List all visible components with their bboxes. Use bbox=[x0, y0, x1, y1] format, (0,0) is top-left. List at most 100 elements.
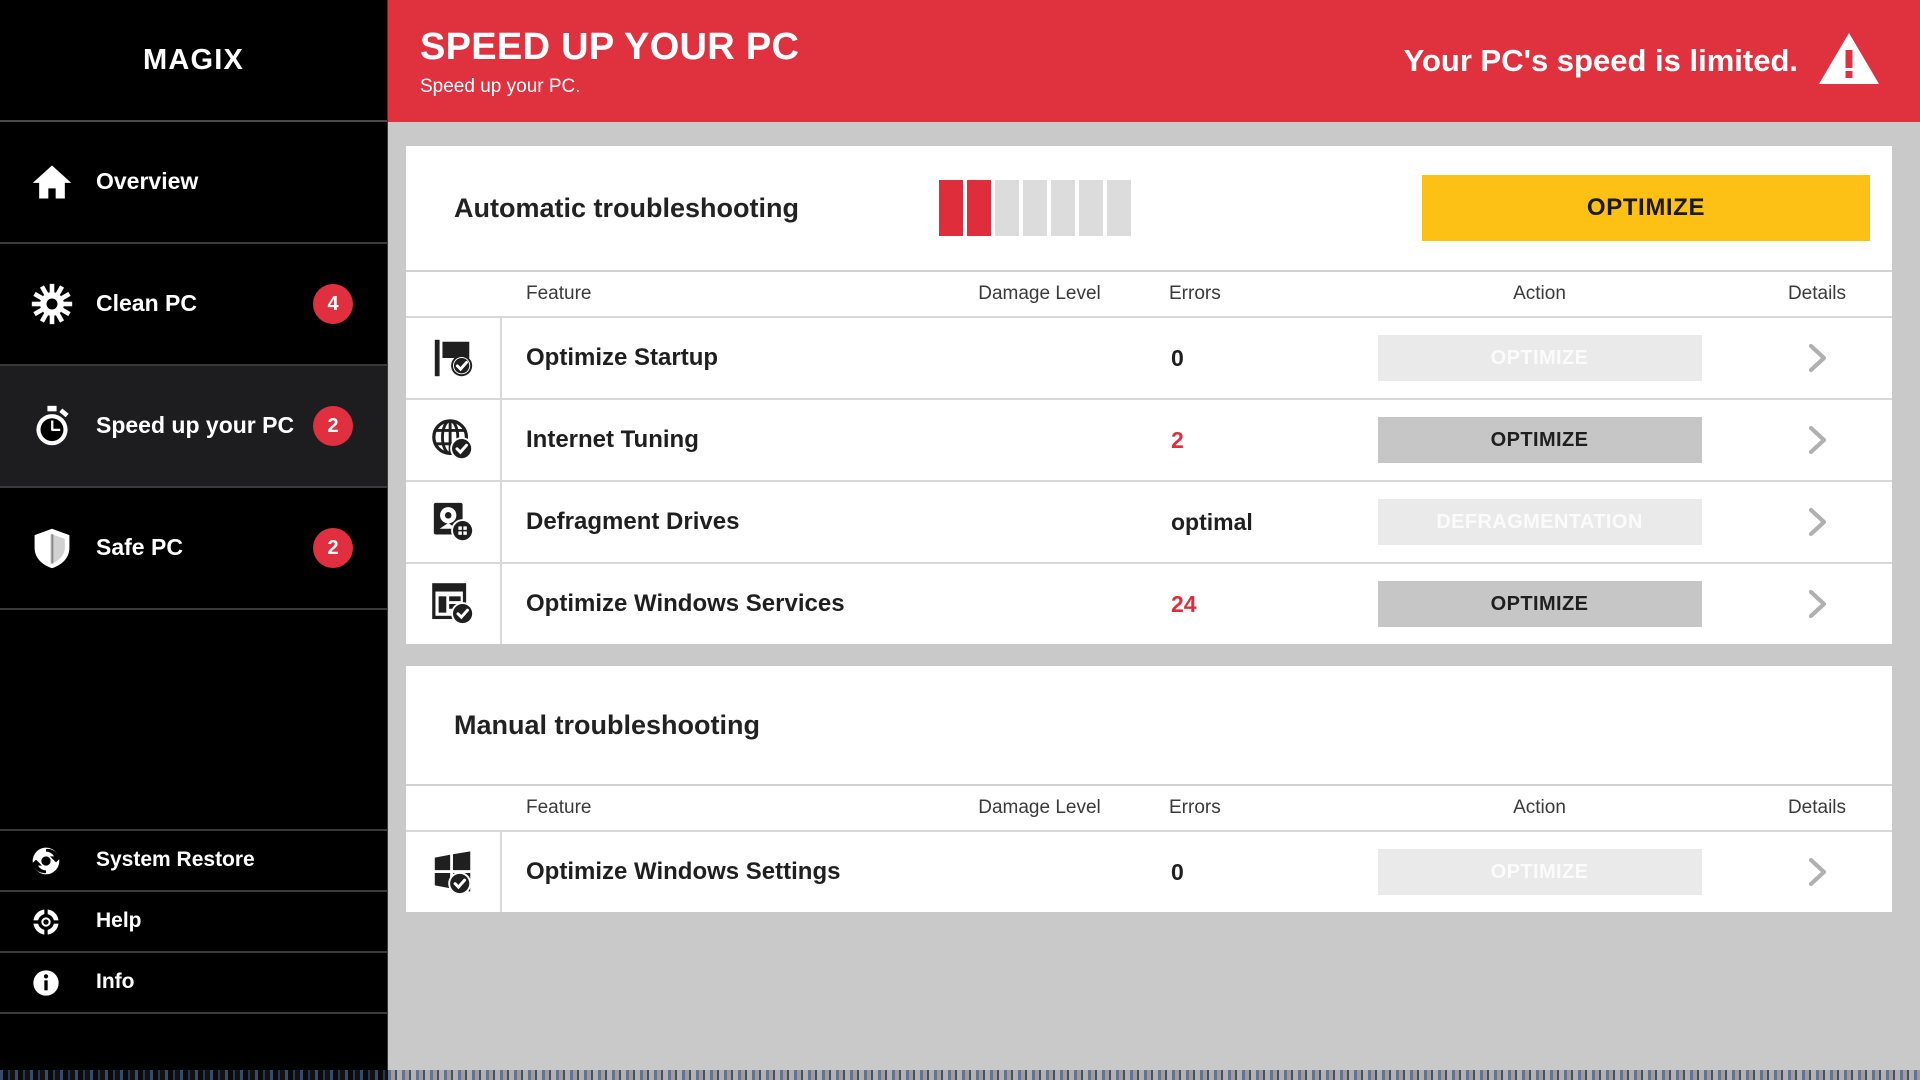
action-cell: OPTIMIZE bbox=[1337, 417, 1742, 463]
manual-table-body: Optimize Windows Settings 0 OPTIMIZE bbox=[406, 830, 1892, 912]
action-cell: OPTIMIZE bbox=[1337, 581, 1742, 627]
sidebar-item-label: Speed up your PC bbox=[96, 412, 295, 439]
damage-segment bbox=[966, 180, 991, 236]
damage-segment bbox=[1106, 180, 1131, 236]
header-errors: Errors bbox=[1169, 283, 1221, 304]
sidebar-item-label: Safe PC bbox=[96, 534, 183, 561]
header-damage-level: Damage Level bbox=[978, 797, 1101, 818]
damage-segment bbox=[1022, 180, 1047, 236]
table-row[interactable]: Optimize Windows Services 24 OPTIMIZE bbox=[406, 562, 1892, 644]
feature-label: Internet Tuning bbox=[526, 426, 699, 453]
flag-check-icon bbox=[406, 318, 502, 398]
errors-value: 24 bbox=[1171, 590, 1197, 617]
sidebar-item-clean-pc[interactable]: Clean PC 4 bbox=[0, 244, 387, 366]
row-action-button[interactable]: OPTIMIZE bbox=[1377, 417, 1702, 463]
table-row[interactable]: Optimize Startup 0 OPTIMIZE bbox=[406, 316, 1892, 398]
details-cell[interactable] bbox=[1742, 855, 1892, 889]
row-action-button[interactable]: OPTIMIZE bbox=[1377, 581, 1702, 627]
action-cell: OPTIMIZE bbox=[1337, 335, 1742, 381]
chevron-right-icon[interactable] bbox=[1800, 341, 1834, 375]
sidebar-item-speed-up-your-pc[interactable]: Speed up your PC 2 bbox=[0, 366, 387, 488]
feature-cell: Optimize Startup bbox=[502, 344, 922, 372]
chevron-right-icon[interactable] bbox=[1800, 587, 1834, 621]
disk-defrag-icon bbox=[406, 482, 502, 562]
status-badge: 2 bbox=[313, 528, 353, 568]
details-cell[interactable] bbox=[1742, 423, 1892, 457]
page-header: SPEED UP YOUR PC Speed up your PC. Your … bbox=[388, 0, 1920, 122]
optimize-all-button[interactable]: OPTIMIZE bbox=[1422, 175, 1870, 241]
header-damage-level: Damage Level bbox=[978, 283, 1101, 304]
status-badge: 4 bbox=[313, 284, 353, 324]
bottom-artifact-strip bbox=[388, 1070, 1920, 1080]
header-icon-spacer bbox=[406, 272, 502, 316]
feature-label: Defragment Drives bbox=[526, 508, 740, 535]
sidebar-item-label: System Restore bbox=[96, 848, 255, 872]
panel-gap bbox=[406, 644, 1892, 666]
gear-icon bbox=[30, 282, 84, 326]
sidebar-main-nav: Overview Clean PC 4 Speed up your PC 2 Safe P… bbox=[0, 122, 387, 610]
shield-icon bbox=[30, 526, 84, 570]
manual-panel-title: Manual troubleshooting bbox=[454, 709, 760, 740]
errors-value: 0 bbox=[1171, 344, 1184, 371]
header-details: Details bbox=[1787, 797, 1847, 818]
header-details: Details bbox=[1787, 283, 1847, 304]
sidebar-item-label: Overview bbox=[96, 168, 199, 195]
automatic-overall-damage-bar bbox=[938, 180, 1131, 236]
row-action-button: DEFRAGMENTATION bbox=[1377, 499, 1702, 545]
feature-cell: Defragment Drives bbox=[502, 508, 922, 536]
page-header-status: Your PC's speed is limited. bbox=[1404, 32, 1890, 91]
table-row[interactable]: Internet Tuning 2 OPTIMIZE bbox=[406, 398, 1892, 480]
brand-name: MAGIX bbox=[142, 43, 245, 76]
restore-icon bbox=[30, 845, 84, 877]
sidebar-bottom-artifact bbox=[0, 1070, 388, 1080]
content-area: Automatic troubleshooting OPTIMIZE Featu… bbox=[388, 122, 1920, 912]
sidebar-item-safe-pc[interactable]: Safe PC 2 bbox=[0, 488, 387, 610]
damage-segment bbox=[1050, 180, 1075, 236]
manual-troubleshooting-panel: Manual troubleshooting Feature Damage Le… bbox=[406, 666, 1892, 912]
action-cell: DEFRAGMENTATION bbox=[1337, 499, 1742, 545]
globe-check-icon bbox=[406, 400, 502, 480]
chevron-right-icon[interactable] bbox=[1800, 855, 1834, 889]
sidebar: MAGIX Overview Clean PC 4 Speed up your PC 2… bbox=[0, 0, 388, 1080]
windows-check-icon bbox=[406, 832, 502, 912]
feature-label: Optimize Windows Settings bbox=[526, 858, 841, 885]
header-action: Action bbox=[1513, 797, 1566, 818]
table-row[interactable]: Defragment Drives optimal DEFRAGMENTATION bbox=[406, 480, 1892, 562]
errors-value: 0 bbox=[1171, 858, 1184, 885]
automatic-panel-header: Automatic troubleshooting OPTIMIZE bbox=[406, 146, 1892, 270]
row-action-button: OPTIMIZE bbox=[1377, 849, 1702, 895]
status-badge: 2 bbox=[313, 406, 353, 446]
sidebar-item-label: Clean PC bbox=[96, 290, 197, 317]
sidebar-item-info[interactable]: Info bbox=[0, 953, 387, 1014]
details-cell[interactable] bbox=[1742, 505, 1892, 539]
header-feature: Feature bbox=[526, 797, 592, 818]
sidebar-item-overview[interactable]: Overview bbox=[0, 122, 387, 244]
feature-cell: Optimize Windows Settings bbox=[502, 858, 922, 886]
sidebar-item-system-restore[interactable]: System Restore bbox=[0, 831, 387, 892]
services-check-icon bbox=[406, 564, 502, 644]
chevron-right-icon[interactable] bbox=[1800, 505, 1834, 539]
page-header-left: SPEED UP YOUR PC Speed up your PC. bbox=[420, 24, 799, 99]
details-cell[interactable] bbox=[1742, 341, 1892, 375]
automatic-table-header: Feature Damage Level Errors Action Detai… bbox=[406, 270, 1892, 316]
sidebar-item-label: Help bbox=[96, 909, 142, 933]
errors-value: optimal bbox=[1171, 508, 1253, 535]
chevron-right-icon[interactable] bbox=[1800, 423, 1834, 457]
lifebuoy-icon bbox=[30, 906, 84, 938]
info-icon bbox=[30, 967, 84, 999]
automatic-table-body: Optimize Startup 0 OPTIMIZE Internet Tuning… bbox=[406, 316, 1892, 644]
feature-label: Optimize Startup bbox=[526, 344, 719, 371]
damage-segment bbox=[938, 180, 963, 236]
table-row[interactable]: Optimize Windows Settings 0 OPTIMIZE bbox=[406, 830, 1892, 912]
damage-segment bbox=[1078, 180, 1103, 236]
feature-label: Optimize Windows Services bbox=[526, 590, 845, 617]
sidebar-item-help[interactable]: Help bbox=[0, 892, 387, 953]
damage-segment bbox=[994, 180, 1019, 236]
bottom-artifact-noise bbox=[388, 1070, 1920, 1080]
errors-value: 2 bbox=[1171, 426, 1184, 453]
automatic-troubleshooting-panel: Automatic troubleshooting OPTIMIZE Featu… bbox=[406, 146, 1892, 644]
action-cell: OPTIMIZE bbox=[1337, 849, 1742, 895]
main-area: SPEED UP YOUR PC Speed up your PC. Your … bbox=[388, 0, 1920, 1080]
automatic-panel-title: Automatic troubleshooting bbox=[454, 192, 799, 223]
details-cell[interactable] bbox=[1742, 587, 1892, 621]
